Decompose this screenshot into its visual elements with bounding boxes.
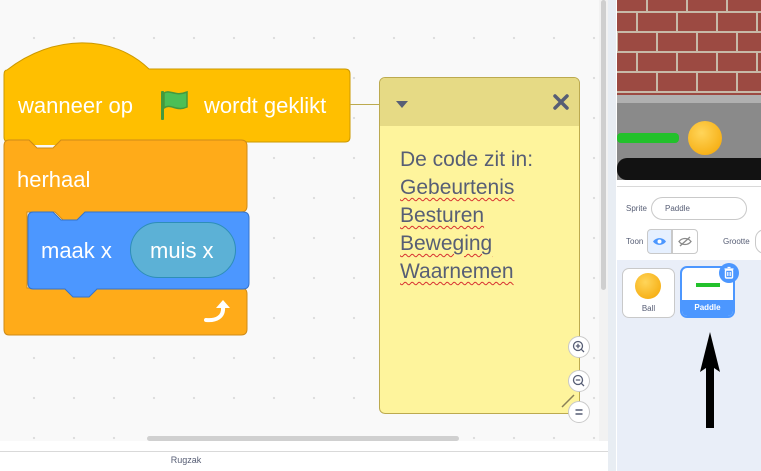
sprite-tile-label: Ball [641, 304, 656, 313]
mouse-x-reporter-label: muis x [150, 238, 214, 263]
zoom-in-icon [572, 340, 585, 353]
trash-icon [724, 266, 734, 279]
paddle-sprite[interactable] [617, 133, 679, 143]
chevron-down-icon[interactable] [394, 98, 410, 110]
comment-line: Waarnemen [400, 260, 514, 283]
zoom-reset-button[interactable] [568, 401, 590, 423]
eye-hidden-icon [678, 236, 692, 247]
ball-sprite[interactable] [688, 121, 722, 155]
ball-thumbnail [635, 273, 661, 299]
delete-sprite-button[interactable] [719, 263, 739, 283]
code-area-border [608, 0, 616, 471]
stage-ground [617, 158, 761, 180]
size-label: Grootte [723, 237, 750, 246]
hat-block-label-end: wordt geklikt [204, 93, 327, 118]
vertical-scrollbar[interactable] [601, 0, 606, 290]
eye-icon [653, 238, 666, 245]
close-icon[interactable] [552, 93, 570, 111]
set-x-block-label: maak x [41, 238, 112, 263]
zoom-out-icon [572, 374, 585, 387]
zoom-out-button[interactable] [568, 370, 590, 392]
comment-line: Besturen [400, 204, 485, 227]
hide-sprite-button[interactable] [672, 229, 698, 254]
brick-wall-backdrop [617, 0, 761, 100]
show-sprite-button[interactable] [647, 229, 672, 254]
sprite-name-input[interactable]: Paddle [651, 197, 747, 220]
comment-line: Gebeurtenis [400, 176, 515, 199]
stage-floor-edge [617, 95, 761, 103]
sprite-name-label: Sprite [626, 204, 647, 213]
horizontal-scrollbar[interactable] [147, 436, 459, 441]
green-flag-icon [161, 90, 188, 120]
comment-line: Beweging [400, 232, 493, 255]
hat-block-label-start: wanneer op [18, 93, 133, 118]
paddle-thumbnail [696, 283, 720, 287]
comment-line: De code zit in: [400, 148, 534, 171]
zoom-reset-icon [575, 409, 583, 415]
forever-block-label: herhaal [17, 167, 91, 192]
backpack-bar[interactable]: Rugzak [0, 451, 608, 471]
arrow-up-icon [700, 332, 720, 428]
comment-note[interactable]: De code zit in: Gebeurtenis Besturen Bew… [379, 77, 580, 414]
zoom-in-button[interactable] [568, 336, 590, 358]
comment-connector [350, 104, 380, 105]
show-label: Toon [626, 237, 644, 246]
sprite-tile-label: Paddle [694, 303, 721, 312]
backpack-label: Rugzak [170, 455, 202, 465]
